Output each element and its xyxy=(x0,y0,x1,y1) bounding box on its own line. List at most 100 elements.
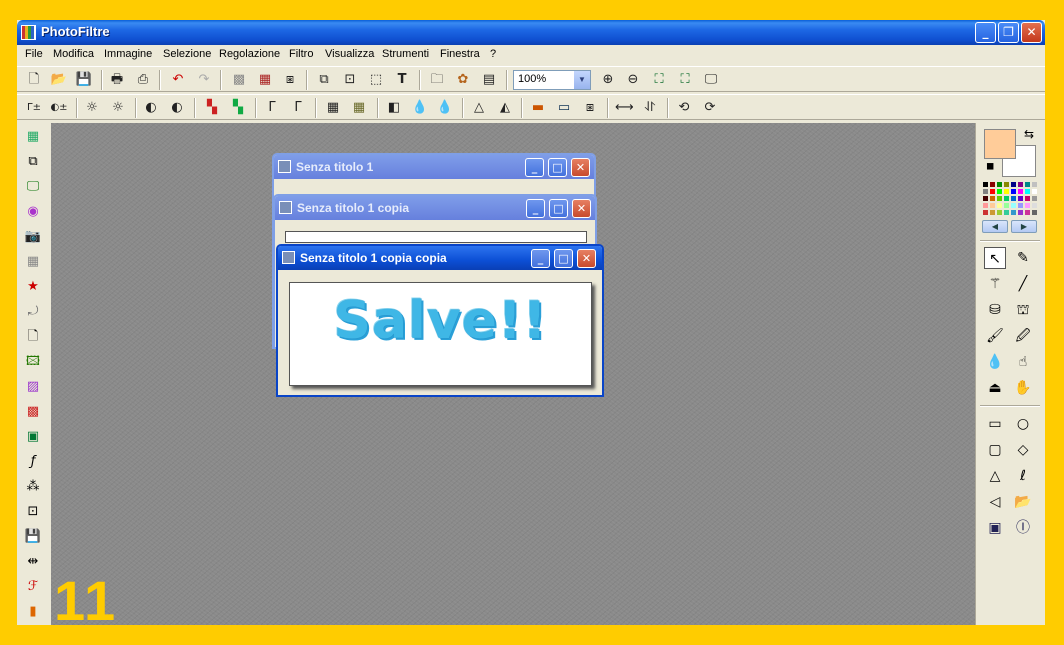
undo-icon[interactable]: ↶ xyxy=(169,71,187,89)
rotate-left-icon[interactable]: ⟲ xyxy=(675,99,693,117)
child-minimize-button[interactable]: _ xyxy=(525,158,544,177)
rectangle-icon[interactable]: ▭ xyxy=(984,413,1006,435)
maximize-button[interactable]: ❐ xyxy=(998,22,1019,43)
palette-swatch[interactable] xyxy=(996,181,1003,188)
menu-selezione[interactable]: Selezione xyxy=(163,48,211,60)
child-maximize-button[interactable]: □ xyxy=(549,199,568,218)
menu-file[interactable]: File xyxy=(25,48,43,60)
image-canvas[interactable] xyxy=(285,231,587,243)
rotate-right-icon[interactable]: ⟳ xyxy=(701,99,719,117)
emboss-icon[interactable]: ◭ xyxy=(496,99,514,117)
open-folder-icon[interactable]: 📂 xyxy=(50,71,68,89)
minimize-button[interactable]: _ xyxy=(975,22,996,43)
palette-swatch[interactable] xyxy=(1031,181,1038,188)
save-icon[interactable]: 💾 xyxy=(75,71,93,89)
display-icon[interactable]: 🖵 xyxy=(24,178,42,196)
close-button[interactable]: ✕ xyxy=(1021,22,1042,43)
palette-swatch[interactable] xyxy=(1017,202,1024,209)
explorer-icon[interactable]: 🗀 xyxy=(428,71,446,89)
palette-swatch[interactable] xyxy=(989,202,996,209)
child-window-active[interactable]: Senza titolo 1 copia copia _ □ ✕ Salve!! xyxy=(276,244,604,397)
pattern-icon[interactable]: ⤾ xyxy=(24,303,42,321)
magic-wand-icon[interactable]: ⚚ xyxy=(984,273,1006,295)
chevron-down-icon[interactable]: ▼ xyxy=(574,71,590,89)
contrast-minus-icon[interactable]: ◐ xyxy=(142,99,160,117)
diamond-icon[interactable]: ◇ xyxy=(1012,439,1034,461)
palette-swatch[interactable] xyxy=(982,181,989,188)
menu-help[interactable]: ? xyxy=(490,48,496,60)
text-select-icon[interactable]: Ⓘ xyxy=(1012,517,1034,539)
fullscreen-icon[interactable]: 🖵 xyxy=(702,71,720,89)
color-bar-icon[interactable]: ▮ xyxy=(24,603,42,621)
swap-colors-icon[interactable]: ⇆ xyxy=(1024,127,1034,141)
fx-icon[interactable]: ƒ xyxy=(24,453,42,471)
fill-bucket-icon[interactable]: ⛁ xyxy=(984,299,1006,321)
stamp-icon[interactable]: ⏏ xyxy=(984,377,1006,399)
palette-swatch[interactable] xyxy=(989,209,996,216)
text-icon[interactable]: T xyxy=(393,71,411,89)
scanner-icon[interactable]: ⎙ xyxy=(134,71,152,89)
flip-vertical-icon[interactable]: ⥯ xyxy=(641,99,659,117)
palette-swatch[interactable] xyxy=(1031,202,1038,209)
palette-swatch[interactable] xyxy=(1024,188,1031,195)
child-title-bar[interactable]: Senza titolo 1 _ □ ✕ xyxy=(274,155,594,179)
blur-icon[interactable]: ◧ xyxy=(385,99,403,117)
menu-filtro[interactable]: Filtro xyxy=(289,48,313,60)
selection-arrow-icon[interactable]: ↖ xyxy=(984,247,1006,269)
image-size-icon[interactable]: ⧉ xyxy=(315,71,333,89)
child-minimize-button[interactable]: _ xyxy=(531,249,550,268)
advanced-brush-icon[interactable]: 🖉 xyxy=(1012,325,1034,347)
menu-immagine[interactable]: Immagine xyxy=(104,48,152,60)
smudge-icon[interactable]: ☝ xyxy=(1012,351,1034,373)
menu-regolazione[interactable]: Regolazione xyxy=(219,48,280,60)
palette-prev-button[interactable]: ◀ xyxy=(982,220,1008,233)
flip-horizontal-icon[interactable]: ⟷ xyxy=(615,99,634,117)
eyedropper-icon[interactable]: ✎ xyxy=(1012,247,1034,269)
foreground-color-swatch[interactable] xyxy=(984,129,1016,159)
document-icon[interactable]: 🗋 xyxy=(24,328,42,346)
hand-icon[interactable]: ✋ xyxy=(1012,377,1034,399)
print-icon[interactable]: 🖶 xyxy=(108,71,126,89)
brightness-plus-icon[interactable]: ☼ xyxy=(109,99,127,117)
noise-icon[interactable]: ▩ xyxy=(24,403,42,421)
palette-swatch[interactable] xyxy=(982,202,989,209)
open-shape-icon[interactable]: 📂 xyxy=(1012,491,1034,513)
palette-swatch[interactable] xyxy=(982,195,989,202)
menu-visualizza[interactable]: Visualizza xyxy=(325,48,374,60)
saturation-plus-icon[interactable]: ▚ xyxy=(229,99,247,117)
spray-icon[interactable]: ⛫ xyxy=(1012,299,1034,321)
menu-strumenti[interactable]: Strumenti xyxy=(382,48,429,60)
redo-icon[interactable]: ↷ xyxy=(195,71,213,89)
saturation-minus-icon[interactable]: ▚ xyxy=(203,99,221,117)
palette-swatch[interactable] xyxy=(1024,181,1031,188)
pattern-circles-icon[interactable]: ⁂ xyxy=(24,478,42,496)
color-palette[interactable] xyxy=(982,181,1038,217)
child-close-button[interactable]: ✕ xyxy=(577,249,596,268)
blur-drop-icon[interactable]: 💧 xyxy=(984,351,1006,373)
canvas-size-icon[interactable]: ⊡ xyxy=(341,71,359,89)
palette-swatch[interactable] xyxy=(1010,188,1017,195)
palette-swatch[interactable] xyxy=(1024,195,1031,202)
star-icon[interactable]: ★ xyxy=(24,278,42,296)
palette-swatch[interactable] xyxy=(1003,181,1010,188)
crop-icon[interactable]: ⬚ xyxy=(367,71,385,89)
frame-icon[interactable]: ▭ xyxy=(555,99,573,117)
child-close-button[interactable]: ✕ xyxy=(572,199,591,218)
palette-swatch[interactable] xyxy=(1010,195,1017,202)
lasso-icon[interactable]: ℓ xyxy=(1012,465,1034,487)
transparency-icon[interactable]: ⧆ xyxy=(281,71,299,89)
split-icon[interactable]: ⇹ xyxy=(24,553,42,571)
frame-select-icon[interactable]: ▣ xyxy=(24,428,42,446)
plugin-icon[interactable]: ✿ xyxy=(454,71,472,89)
image-canvas[interactable]: Salve!! xyxy=(289,282,592,386)
effects-icon[interactable]: ⧆ xyxy=(581,99,599,117)
sphere-icon[interactable]: ◉ xyxy=(24,203,42,221)
title-bar[interactable]: PhotoFiltre _ ❐ ✕ xyxy=(17,20,1045,45)
palette-swatch[interactable] xyxy=(1031,188,1038,195)
palette-swatch[interactable] xyxy=(989,181,996,188)
window-icon[interactable]: ▤ xyxy=(480,71,498,89)
palette-swatch[interactable] xyxy=(1010,181,1017,188)
palette-swatch[interactable] xyxy=(1031,209,1038,216)
fit-window-icon[interactable]: ⛶ xyxy=(650,71,668,89)
script-font-icon[interactable]: ℱ xyxy=(24,578,42,596)
